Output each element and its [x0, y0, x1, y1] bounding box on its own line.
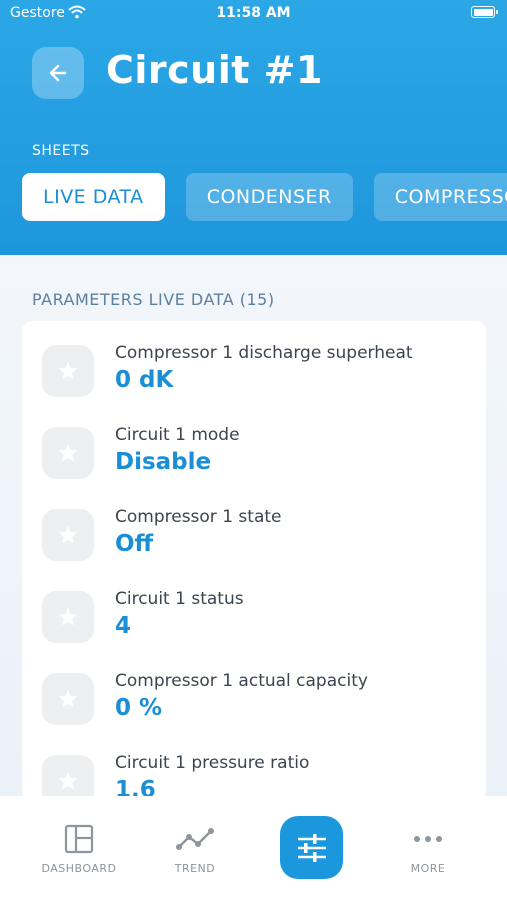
star-icon — [58, 525, 78, 544]
more-dots-icon — [414, 836, 442, 842]
favorite-star-button[interactable] — [42, 673, 94, 725]
tab-more[interactable]: MORE — [373, 796, 483, 875]
list-item[interactable]: Compressor 1 actual capacity 0 % — [22, 669, 486, 751]
star-icon — [58, 607, 78, 626]
sheets-label: SHEETS — [32, 143, 90, 159]
bottom-tab-bar: DASHBOARD TREND MORE — [0, 796, 507, 900]
tab-dashboard[interactable]: DASHBOARD — [24, 796, 134, 875]
parameters-list: Compressor 1 discharge superheat 0 dK Ci… — [22, 321, 486, 801]
page-title: Circuit #1 — [106, 48, 323, 92]
tab-trend[interactable]: TREND — [140, 796, 250, 875]
parameter-value: Disable — [115, 449, 212, 475]
back-button[interactable] — [32, 47, 84, 99]
sheet-tabs: LIVE DATA CONDENSER COMPRESSOR — [22, 173, 507, 223]
parameter-name: Circuit 1 status — [115, 589, 244, 609]
battery-icon — [471, 6, 498, 18]
list-item[interactable]: Compressor 1 discharge superheat 0 dK — [22, 341, 486, 423]
parameter-name: Compressor 1 discharge superheat — [115, 343, 413, 363]
dashboard-icon — [64, 824, 94, 854]
status-bar: Gestore 11:58 AM — [0, 0, 507, 28]
parameter-name: Circuit 1 pressure ratio — [115, 753, 310, 773]
tab-compressor[interactable]: COMPRESSOR — [373, 173, 507, 221]
status-time: 11:58 AM — [216, 5, 291, 21]
favorite-star-button[interactable] — [42, 509, 94, 561]
favorite-star-button[interactable] — [42, 755, 94, 801]
tab-live-data[interactable]: LIVE DATA — [22, 173, 165, 221]
parameter-value: 0 dK — [115, 367, 174, 393]
favorite-star-button[interactable] — [42, 591, 94, 643]
list-item[interactable]: Compressor 1 state Off — [22, 505, 486, 587]
main-content: PARAMETERS LIVE DATA (15) Compressor 1 d… — [0, 255, 507, 801]
star-icon — [58, 689, 78, 708]
list-item[interactable]: Circuit 1 mode Disable — [22, 423, 486, 505]
star-icon — [58, 771, 78, 790]
parameter-name: Compressor 1 actual capacity — [115, 671, 368, 691]
section-title: PARAMETERS LIVE DATA (15) — [32, 290, 275, 309]
parameter-value: 4 — [115, 613, 132, 639]
favorite-star-button[interactable] — [42, 427, 94, 479]
parameter-name: Compressor 1 state — [115, 507, 282, 527]
arrow-left-icon — [49, 64, 67, 82]
list-item[interactable]: Circuit 1 status 4 — [22, 587, 486, 669]
sliders-icon — [297, 833, 326, 862]
tab-dashboard-label: DASHBOARD — [41, 862, 117, 875]
tab-condenser[interactable]: CONDENSER — [185, 173, 353, 221]
list-item[interactable]: Circuit 1 pressure ratio 1.6 — [22, 751, 486, 801]
parameters-button[interactable] — [280, 816, 343, 879]
parameter-value: Off — [115, 531, 154, 557]
star-icon — [58, 361, 78, 380]
parameter-name: Circuit 1 mode — [115, 425, 240, 445]
header: Gestore 11:58 AM Circuit #1 SHEETS LIVE … — [0, 0, 507, 255]
tab-more-label: MORE — [410, 862, 446, 875]
favorite-star-button[interactable] — [42, 345, 94, 397]
star-icon — [58, 443, 78, 462]
parameter-value: 0 % — [115, 695, 163, 721]
trend-icon — [176, 828, 214, 850]
tab-trend-label: TREND — [174, 862, 216, 875]
